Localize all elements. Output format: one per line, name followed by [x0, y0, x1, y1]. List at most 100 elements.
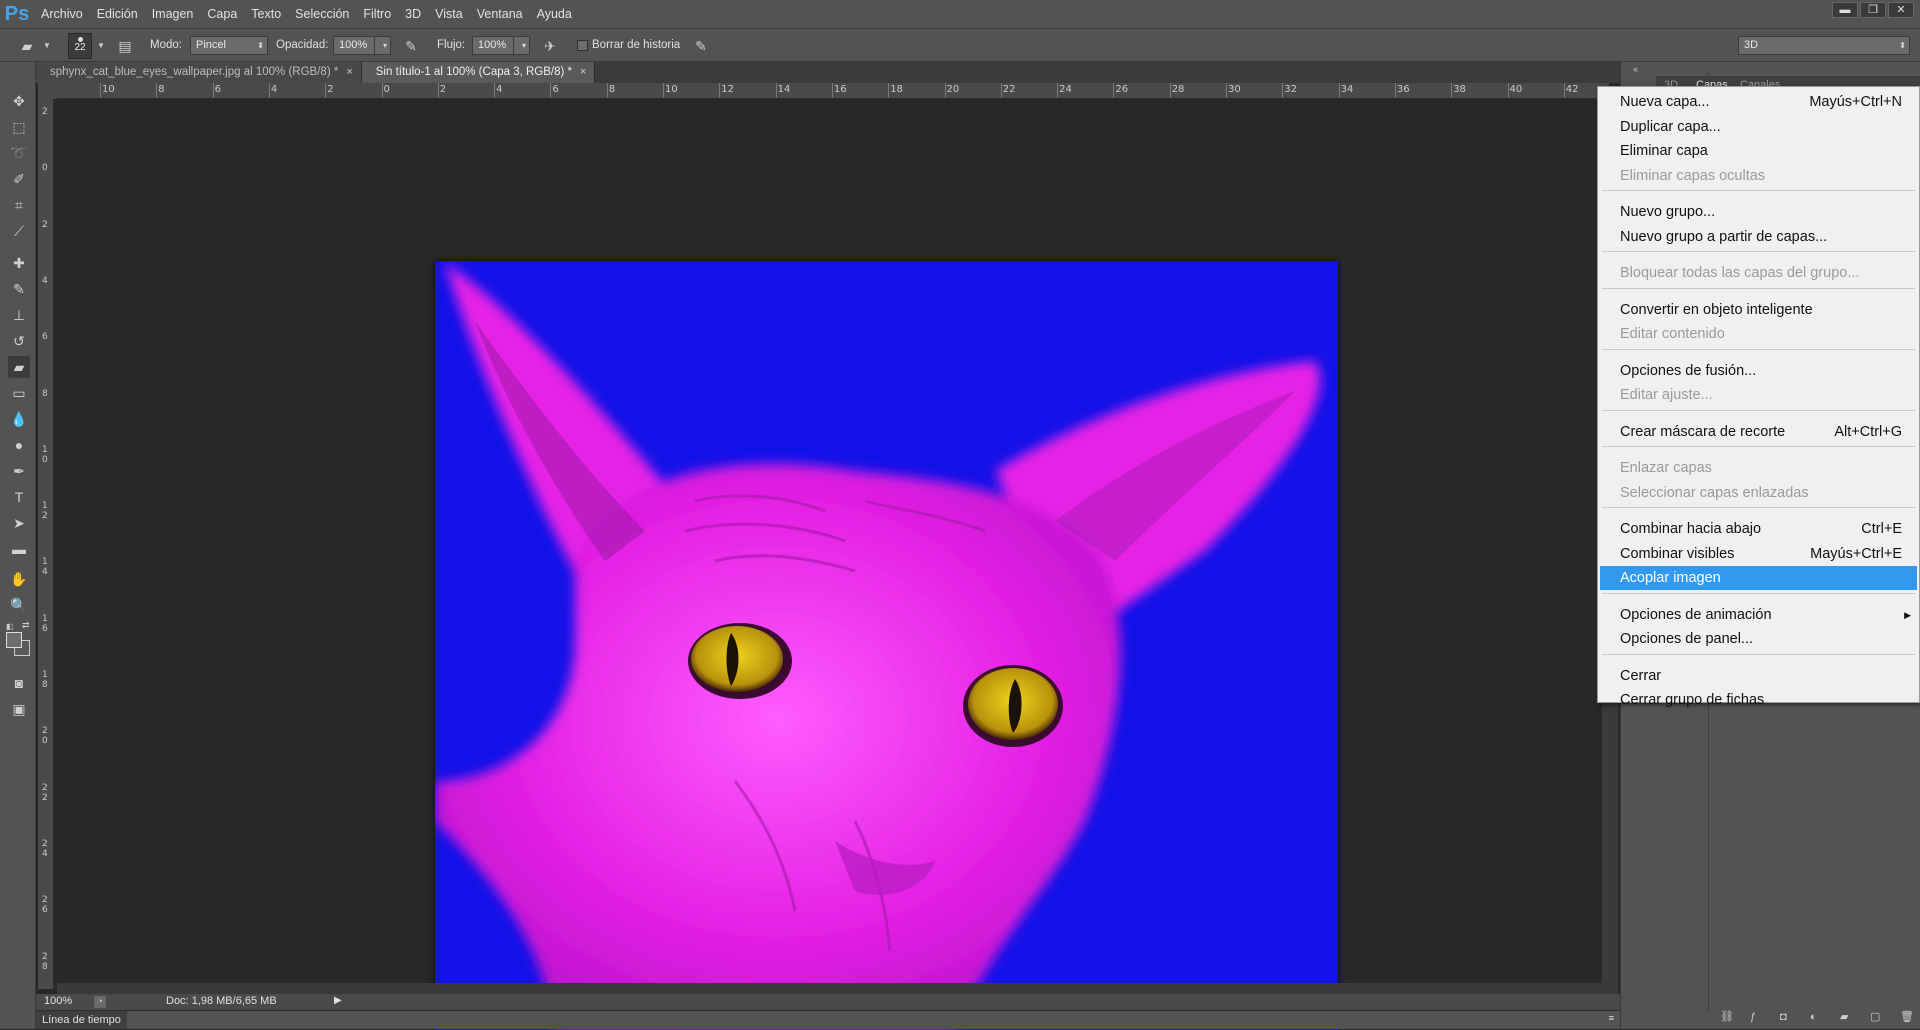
menu-item-eliminar-capa[interactable]: Eliminar capa	[1598, 139, 1919, 163]
menu-item-convertir-en-objeto-inteligente[interactable]: Convertir en objeto inteligente	[1598, 298, 1919, 322]
layer-style-icon[interactable]: ƒ	[1750, 1011, 1762, 1023]
workspace-select[interactable]: 3D ⬍	[1738, 36, 1910, 55]
new-group-icon[interactable]: ▰	[1840, 1011, 1852, 1023]
brush-picker-chevron-icon[interactable]: ▼	[92, 37, 110, 55]
document-canvas[interactable]	[435, 261, 1338, 1030]
menu-seleccion[interactable]: Selección	[288, 0, 356, 28]
menu-item-duplicar-capa[interactable]: Duplicar capa...	[1598, 115, 1919, 139]
status-menu-arrow-icon[interactable]: ▶	[334, 995, 342, 1006]
marquee-tool-icon[interactable]: ⬚	[8, 116, 30, 138]
close-button[interactable]: ✕	[1888, 2, 1914, 18]
menu-item-cerrar[interactable]: Cerrar	[1598, 664, 1919, 688]
screen-mode-icon[interactable]: ▣	[8, 698, 30, 720]
swap-colors-icon[interactable]: ⇄	[22, 620, 32, 630]
restore-button[interactable]: ❐	[1860, 2, 1886, 18]
menu-item-shortcut: Mayús+Ctrl+N	[1809, 94, 1902, 110]
dodge-tool-icon[interactable]: ●	[8, 434, 30, 456]
flow-dropdown[interactable]: ▾	[513, 36, 530, 55]
rectangle-tool-icon[interactable]: ▬	[8, 538, 30, 560]
zoom-tool-icon[interactable]: 🔍	[8, 594, 30, 616]
flow-input[interactable]: 100%	[472, 36, 514, 55]
menu-edicion[interactable]: Edición	[90, 0, 145, 28]
new-layer-icon[interactable]: ▢	[1870, 1011, 1882, 1023]
eraser-tool-icon[interactable]: ▰	[8, 356, 30, 378]
close-icon[interactable]: ×	[346, 66, 352, 78]
menu-item-label: Opciones de fusión...	[1620, 362, 1757, 379]
menu-item-cerrar-grupo-de-fichas[interactable]: Cerrar grupo de fichas	[1598, 688, 1919, 712]
brush-panel-icon[interactable]: ▤	[116, 37, 134, 55]
menu-texto[interactable]: Texto	[244, 0, 288, 28]
menu-item-acoplar-imagen[interactable]: Acoplar imagen	[1600, 566, 1917, 590]
timeline-tab[interactable]: Línea de tiempo	[36, 1011, 127, 1029]
ruler-vertical[interactable]: 2 0 2 4 6 8 10 12 14 16 18 20 22 24 26 28	[38, 99, 54, 989]
eraser-tool-icon[interactable]: ▰	[18, 37, 36, 55]
menu-ayuda[interactable]: Ayuda	[530, 0, 579, 28]
brush-tool-icon[interactable]: ✎	[8, 278, 30, 300]
lasso-tool-icon[interactable]: ➰	[8, 142, 30, 164]
move-tool-icon[interactable]: ✥	[8, 90, 30, 112]
ruler-tick-label: 10	[102, 84, 115, 95]
adjustment-layer-icon[interactable]: ◐	[1810, 1011, 1822, 1023]
timeline-panel[interactable]: Línea de tiempo ≡	[36, 1010, 1620, 1029]
airbrush-icon[interactable]: ✈	[541, 37, 559, 55]
zoom-level[interactable]: 100%	[44, 995, 72, 1007]
quick-selection-tool-icon[interactable]: ✐	[8, 168, 30, 190]
menu-item-crear-mascara-de-recorte[interactable]: Crear máscara de recorte Alt+Ctrl+G	[1598, 420, 1919, 444]
path-selection-tool-icon[interactable]: ➤	[8, 512, 30, 534]
menu-item-nueva-capa[interactable]: Nueva capa... Mayús+Ctrl+N	[1598, 90, 1919, 114]
menu-item-opciones-de-panel[interactable]: Opciones de panel...	[1598, 627, 1919, 651]
blur-tool-icon[interactable]: 💧	[8, 408, 30, 430]
menu-item-nuevo-grupo[interactable]: Nuevo grupo...	[1598, 200, 1919, 224]
pressure-size-icon[interactable]: ✎	[692, 37, 710, 55]
horizontal-scrollbar[interactable]	[57, 983, 1602, 994]
menu-ventana[interactable]: Ventana	[470, 0, 530, 28]
link-layers-icon[interactable]: ⛓	[1720, 1011, 1734, 1023]
menu-item-opciones-de-animacion[interactable]: Opciones de animación ▶	[1598, 603, 1919, 627]
menu-archivo[interactable]: Archivo	[34, 0, 90, 28]
tool-preset-chevron-icon[interactable]: ▼	[38, 37, 56, 55]
tab-document-2[interactable]: Sin título-1 al 100% (Capa 3, RGB/8) * ×	[361, 62, 596, 83]
gradient-tool-icon[interactable]: ▭	[8, 382, 30, 404]
ruler-origin[interactable]	[38, 83, 57, 99]
hand-tool-icon[interactable]: ✋	[8, 568, 30, 590]
clone-stamp-tool-icon[interactable]: ⊥	[8, 304, 30, 326]
menu-item-nuevo-grupo-a-partir-de-capas[interactable]: Nuevo grupo a partir de capas...	[1598, 225, 1919, 249]
default-colors-icon[interactable]: ◧	[6, 622, 16, 631]
menu-filtro[interactable]: Filtro	[356, 0, 398, 28]
ruler-tick-label: 14	[777, 84, 791, 95]
healing-brush-tool-icon[interactable]: ✚	[8, 252, 30, 274]
delete-layer-icon[interactable]: 🗑	[1900, 1011, 1914, 1023]
menu-item-opciones-de-fusion[interactable]: Opciones de fusión...	[1598, 359, 1919, 383]
opacity-dropdown[interactable]: ▾	[374, 36, 391, 55]
brush-preset-picker[interactable]: 22	[68, 33, 92, 59]
share-icon[interactable]: ◔	[94, 996, 106, 1008]
chevron-down-icon: ▾	[521, 41, 526, 50]
menu-item-combinar-hacia-abajo[interactable]: Combinar hacia abajo Ctrl+E	[1598, 517, 1919, 541]
menu-capa[interactable]: Capa	[200, 0, 244, 28]
erase-history-checkbox[interactable]	[577, 40, 588, 51]
ruler-tick	[325, 83, 327, 98]
menu-item-combinar-visibles[interactable]: Combinar visibles Mayús+Ctrl+E	[1598, 542, 1919, 566]
crop-tool-icon[interactable]: ⌗	[8, 194, 30, 216]
type-tool-icon[interactable]: T	[8, 486, 30, 508]
foreground-color-swatch[interactable]	[6, 632, 22, 648]
menu-imagen[interactable]: Imagen	[145, 0, 201, 28]
ruler-horizontal[interactable]: 10 8 6 4 2 0 2 4 6 8 10 12 14 16 18 20 22 24 26 28 30 32 34 36 3…	[57, 83, 1609, 99]
add-mask-icon[interactable]: ◘	[1780, 1011, 1792, 1023]
panel-menu-icon[interactable]: ≡	[1609, 1013, 1614, 1023]
pressure-opacity-icon[interactable]: ✎	[402, 37, 420, 55]
collapse-arrows-icon[interactable]: «	[1633, 64, 1638, 74]
pen-tool-icon[interactable]: ✒	[8, 460, 30, 482]
close-icon[interactable]: ×	[580, 66, 586, 78]
tab-document-1[interactable]: sphynx_cat_blue_eyes_wallpaper.jpg al 10…	[36, 62, 362, 83]
ruler-tick-label: 10	[42, 444, 48, 465]
eyedropper-tool-icon[interactable]: ⟋	[8, 220, 30, 242]
canvas-area[interactable]	[57, 99, 1609, 1030]
opacity-input[interactable]: 100%	[333, 36, 375, 55]
history-brush-tool-icon[interactable]: ↺	[8, 330, 30, 352]
mode-select[interactable]: Pincel ⬍	[190, 36, 268, 55]
menu-3d[interactable]: 3D	[398, 0, 428, 28]
quick-mask-icon[interactable]: ◙	[8, 672, 30, 694]
menu-vista[interactable]: Vista	[428, 0, 470, 28]
minimize-button[interactable]: ▬	[1832, 2, 1858, 18]
